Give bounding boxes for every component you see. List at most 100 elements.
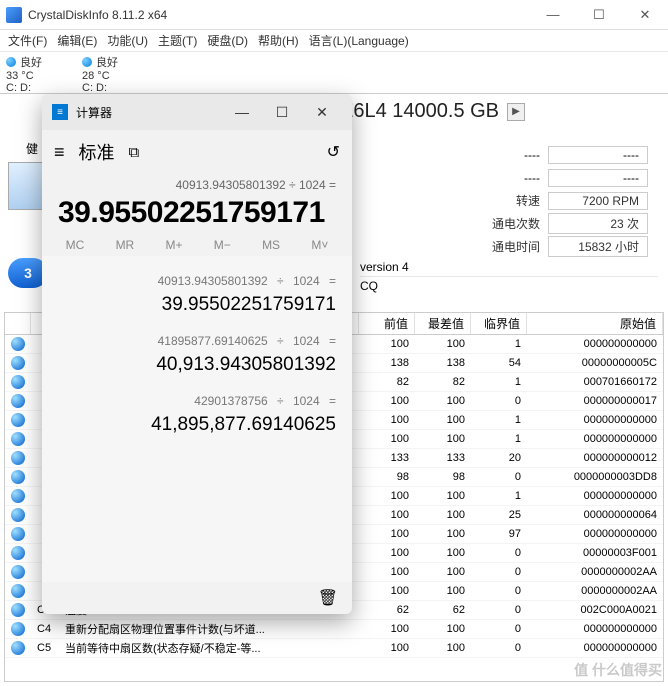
stat-label-powcnt: 通电次数	[480, 215, 540, 232]
dash-label: ----	[480, 171, 540, 185]
history-icon[interactable]: ↺	[327, 142, 340, 162]
mdown-button[interactable]: M˅	[311, 238, 328, 252]
attr-raw: 0000000002AA	[527, 566, 663, 578]
mr-button[interactable]: MR	[116, 238, 135, 252]
maximize-button[interactable]: ☐	[576, 0, 622, 30]
attr-raw: 000000000000	[527, 528, 663, 540]
attr-raw: 000000000000	[527, 338, 663, 350]
drive-tab-0[interactable]: 良好 33 °C C: D:	[6, 54, 42, 94]
status-orb-icon	[11, 356, 25, 370]
attr-worst: 100	[415, 528, 471, 540]
stat-val-hours: 15832 小时	[548, 236, 648, 257]
history-expr: 41895877.69140625 ÷ 1024 =	[58, 334, 336, 348]
drive-tabs: 良好 33 °C C: D: 良好 28 °C C: D:	[0, 52, 668, 94]
stat-val-powcnt: 23 次	[548, 213, 648, 234]
status-orb-icon	[11, 489, 25, 503]
acq-row: CQ	[360, 276, 658, 295]
status-orb-icon	[11, 451, 25, 465]
col-threshold[interactable]: 临界值	[471, 313, 527, 334]
health-label: 健	[26, 140, 38, 157]
menu-edit[interactable]: 编辑(E)	[57, 32, 97, 49]
minimize-button[interactable]: —	[530, 0, 576, 30]
mminus-button[interactable]: M−	[214, 238, 231, 252]
attr-current: 100	[359, 509, 415, 521]
mplus-button[interactable]: M+	[166, 238, 183, 252]
attr-raw: 00000000005C	[527, 357, 663, 369]
attr-worst: 98	[415, 471, 471, 483]
attr-current: 100	[359, 547, 415, 559]
attr-current: 100	[359, 490, 415, 502]
attr-id: C5	[31, 642, 59, 654]
drive-temp: 33 °C	[6, 70, 42, 82]
attr-worst: 100	[415, 395, 471, 407]
calc-history-panel[interactable]: 40913.94305801392 ÷ 1024 = 39.95502251759…	[42, 256, 352, 582]
attr-raw: 000000000064	[527, 509, 663, 521]
attr-threshold: 1	[471, 414, 527, 426]
attr-threshold: 0	[471, 585, 527, 597]
trash-icon[interactable]: 🗑	[42, 582, 352, 614]
menu-function[interactable]: 功能(U)	[107, 32, 148, 49]
status-orb-icon	[11, 622, 25, 636]
history-item[interactable]: 41895877.69140625 ÷ 1024 =40,913.9430580…	[58, 334, 336, 376]
history-result: 39.95502251759171	[58, 294, 336, 316]
menu-theme[interactable]: 主题(T)	[158, 32, 197, 49]
status-orb-icon	[11, 565, 25, 579]
drive-tab-1[interactable]: 良好 28 °C C: D:	[82, 54, 118, 94]
menu-file[interactable]: 文件(F)	[8, 32, 47, 49]
attr-current: 82	[359, 376, 415, 388]
status-orb-icon	[11, 641, 25, 655]
calc-close[interactable]: ✕	[302, 104, 342, 121]
attr-current: 100	[359, 414, 415, 426]
dash-label: ----	[480, 148, 540, 162]
keep-on-top-icon[interactable]: ⧉	[129, 144, 140, 161]
attr-raw: 0000000003DD8	[527, 471, 663, 483]
hamburger-icon[interactable]: ≡	[54, 142, 65, 163]
history-item[interactable]: 42901378756 ÷ 1024 =41,895,877.69140625	[58, 394, 336, 436]
calc-mode[interactable]: 标准	[79, 139, 115, 165]
stat-label-rpm: 转速	[480, 192, 540, 209]
attr-raw: 000000000012	[527, 452, 663, 464]
history-expr: 40913.94305801392 ÷ 1024 =	[58, 274, 336, 288]
attr-current: 100	[359, 566, 415, 578]
attr-worst: 100	[415, 547, 471, 559]
attr-worst: 138	[415, 357, 471, 369]
watermark: 值 什么值得买	[574, 660, 662, 680]
calc-maximize[interactable]: ☐	[262, 104, 302, 121]
history-item[interactable]: 40913.94305801392 ÷ 1024 = 39.95502251759…	[58, 274, 336, 316]
attr-raw: 000701660172	[527, 376, 663, 388]
attr-threshold: 1	[471, 338, 527, 350]
status-orb-icon	[11, 546, 25, 560]
status-orb-icon	[11, 375, 25, 389]
attr-raw: 000000000000	[527, 490, 663, 502]
attr-worst: 100	[415, 642, 471, 654]
calc-app-icon: ≡	[52, 104, 68, 120]
status-orb-icon	[11, 432, 25, 446]
calc-minimize[interactable]: —	[222, 104, 262, 120]
menu-language[interactable]: 语言(L)(Language)	[309, 32, 409, 49]
table-row[interactable]: C4 重新分配扇区物理位置事件计数(与坏道... 100 100 0 00000…	[5, 620, 663, 639]
status-orb-icon	[11, 508, 25, 522]
status-orb-icon	[11, 584, 25, 598]
attr-threshold: 0	[471, 547, 527, 559]
play-button[interactable]: ▶	[507, 103, 525, 121]
table-row[interactable]: C5 当前等待中扇区数(状态存疑/不稳定-等... 100 100 0 0000…	[5, 639, 663, 658]
attr-raw: 000000000000	[527, 414, 663, 426]
attr-name: 当前等待中扇区数(状态存疑/不稳定-等...	[59, 640, 359, 656]
calculator-window: ≡ 计算器 — ☐ ✕ ≡ 标准 ⧉ ↺ 40913.94305801392 ÷…	[42, 94, 352, 614]
attr-raw: 000000000000	[527, 623, 663, 635]
col-current[interactable]: 前值	[359, 313, 415, 334]
dash-val: ----	[548, 146, 648, 164]
close-button[interactable]: ✕	[622, 0, 668, 30]
attr-worst: 100	[415, 433, 471, 445]
attr-raw: 000000000000	[527, 642, 663, 654]
attr-current: 133	[359, 452, 415, 464]
model-text: E6L4 14000.5 GB	[340, 100, 499, 123]
col-worst[interactable]: 最差值	[415, 313, 471, 334]
calc-title: 计算器	[76, 104, 222, 121]
menu-help[interactable]: 帮助(H)	[258, 32, 299, 49]
mc-button[interactable]: MC	[66, 238, 85, 252]
menu-disk[interactable]: 硬盘(D)	[207, 32, 248, 49]
status-orb-icon	[11, 337, 25, 351]
col-raw[interactable]: 原始值	[527, 313, 663, 334]
ms-button[interactable]: MS	[262, 238, 280, 252]
